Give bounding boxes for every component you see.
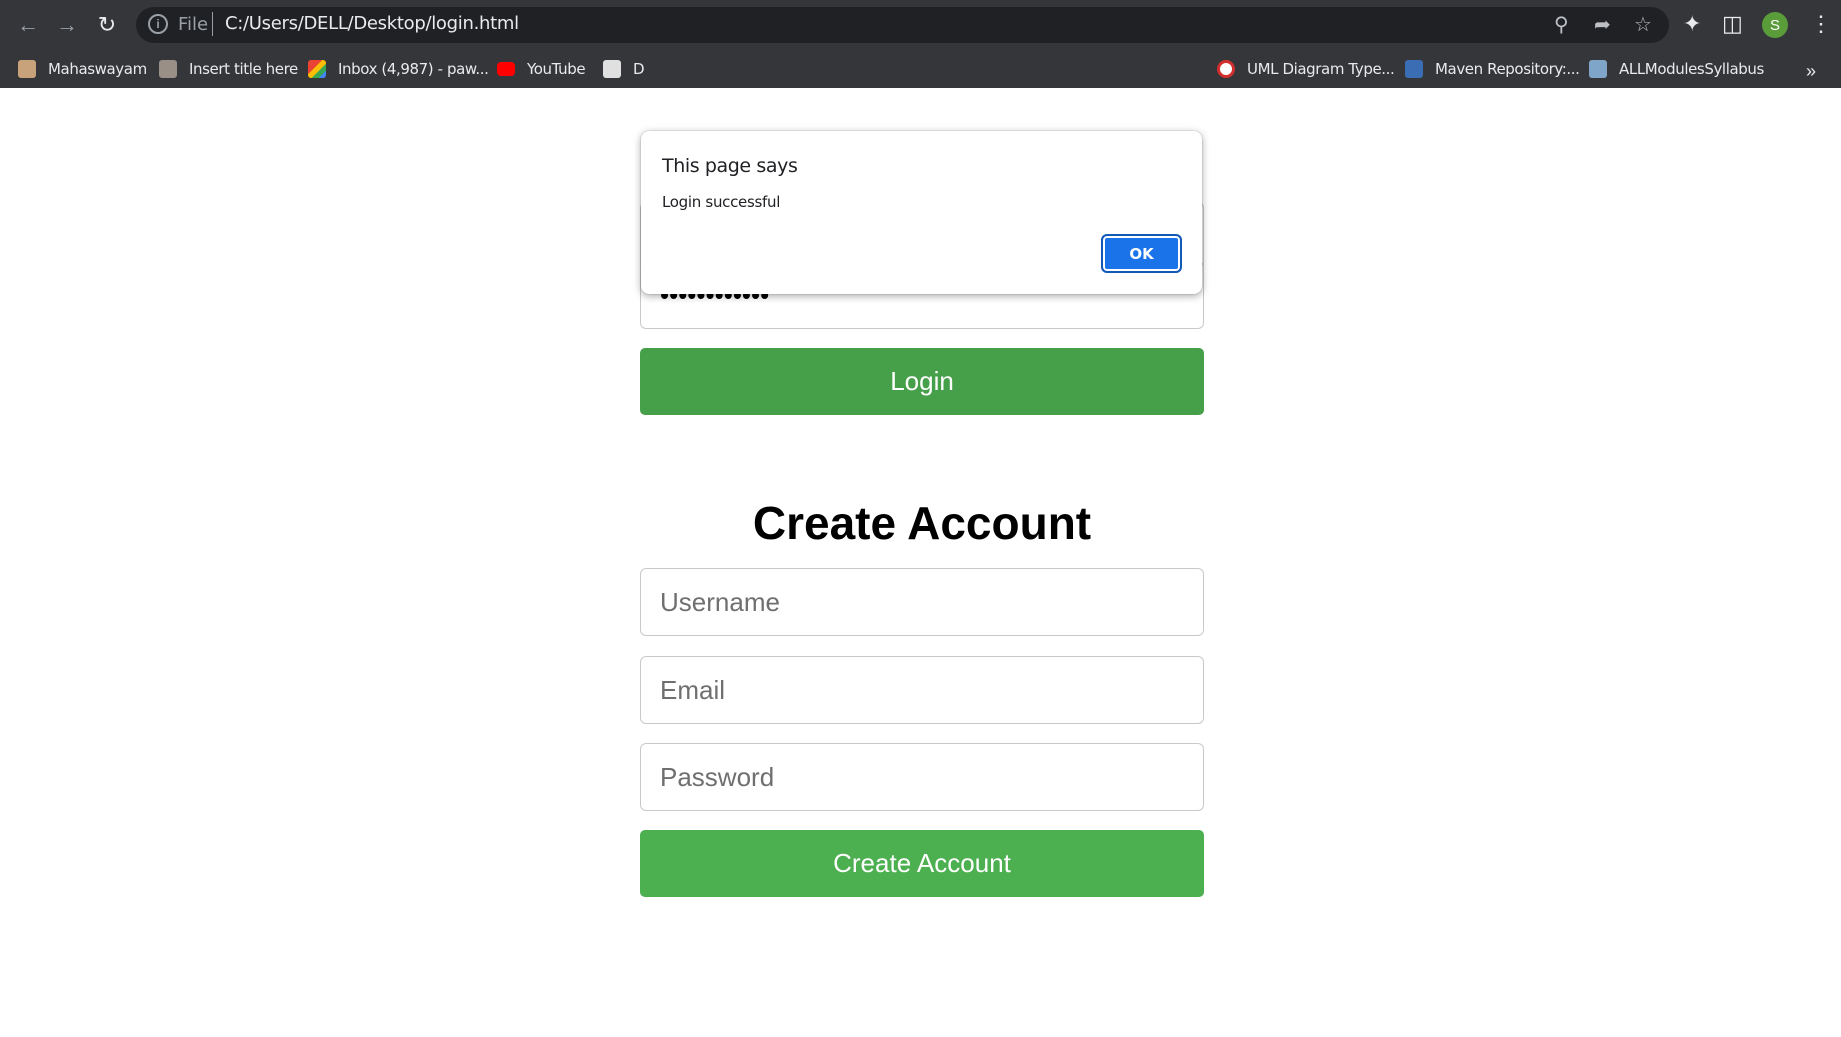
- bookmark-label: D: [633, 60, 645, 78]
- visual-paradigm-icon: [1217, 60, 1235, 78]
- bookmark-label: YouTube: [527, 60, 586, 78]
- address-scheme: File: [178, 14, 209, 35]
- bookmark-insert-title[interactable]: Insert title here: [159, 58, 298, 80]
- address-separator: [212, 12, 213, 36]
- address-url[interactable]: C:/Users/DELL/Desktop/login.html: [225, 13, 519, 34]
- bookmark-syllabus[interactable]: ALLModulesSyllabus: [1589, 58, 1764, 80]
- bookmarks-overflow-icon[interactable]: »: [1806, 61, 1816, 82]
- bookmark-label: Insert title here: [189, 60, 298, 78]
- youtube-icon: [497, 62, 515, 76]
- zoom-icon[interactable]: ⚲: [1554, 12, 1569, 37]
- bookmark-label: Maven Repository:...: [1435, 60, 1580, 78]
- bookmark-uml[interactable]: UML Diagram Type...: [1217, 58, 1395, 80]
- bookmark-label: UML Diagram Type...: [1247, 60, 1395, 78]
- bookmarks-bar: Mahaswayam Insert title here Inbox (4,98…: [0, 50, 1841, 88]
- gmail-icon: [308, 60, 326, 78]
- bookmark-youtube[interactable]: YouTube: [497, 58, 586, 80]
- create-account-button[interactable]: Create Account: [640, 830, 1204, 897]
- email-input[interactable]: [640, 656, 1204, 724]
- bookmark-label: Inbox (4,987) - paw...: [338, 60, 489, 78]
- syllabus-favicon-icon: [1589, 60, 1607, 78]
- bookmark-d[interactable]: D: [603, 58, 645, 80]
- site-info-icon[interactable]: i: [148, 14, 168, 34]
- password-input[interactable]: [640, 743, 1204, 811]
- side-panel-icon[interactable]: ◫: [1722, 11, 1743, 37]
- login-button[interactable]: Login: [640, 348, 1204, 415]
- document-favicon-icon: [603, 60, 621, 78]
- reload-icon[interactable]: ↻: [91, 9, 123, 41]
- maven-icon: [1405, 60, 1423, 78]
- profile-avatar[interactable]: S: [1762, 12, 1788, 38]
- alert-dialog: This page says Login successful OK: [641, 131, 1202, 294]
- create-account-heading: Create Account: [752, 497, 1092, 549]
- browser-toolbar: ← → ↻ i File C:/Users/DELL/Desktop/login…: [0, 0, 1841, 50]
- bookmark-label: ALLModulesSyllabus: [1619, 60, 1764, 78]
- dialog-message: Login successful: [662, 193, 781, 211]
- share-icon[interactable]: ➦: [1594, 12, 1611, 37]
- bookmark-label: Mahaswayam: [48, 60, 147, 78]
- bookmark-maven[interactable]: Maven Repository:...: [1405, 58, 1580, 80]
- forward-arrow-icon[interactable]: →: [51, 9, 83, 41]
- page-content: Login Create Account Create Account This…: [0, 88, 1841, 1037]
- bookmark-star-icon[interactable]: ☆: [1634, 12, 1652, 37]
- back-arrow-icon[interactable]: ←: [12, 9, 44, 41]
- username-input[interactable]: [640, 568, 1204, 636]
- bookmark-mahaswayam[interactable]: Mahaswayam: [18, 58, 147, 80]
- dialog-ok-button[interactable]: OK: [1101, 234, 1182, 273]
- bookmark-inbox[interactable]: Inbox (4,987) - paw...: [308, 58, 489, 80]
- mahaswayam-favicon-icon: [18, 60, 36, 78]
- menu-kebab-icon[interactable]: ⋮: [1810, 11, 1832, 37]
- image-favicon-icon: [159, 60, 177, 78]
- extensions-puzzle-icon[interactable]: ✦: [1683, 11, 1701, 37]
- dialog-title: This page says: [662, 155, 798, 177]
